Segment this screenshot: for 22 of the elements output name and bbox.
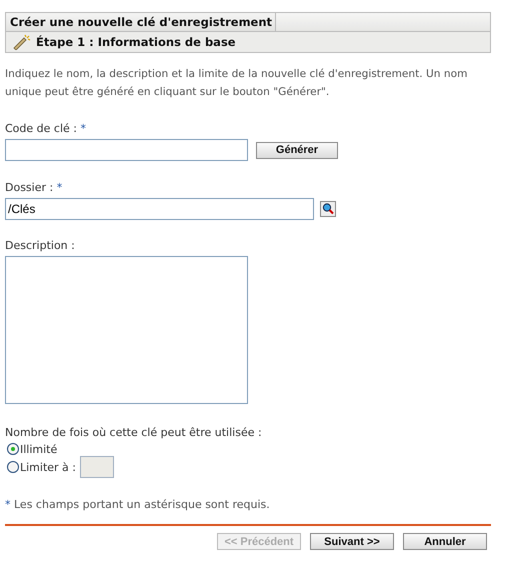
usage-label: Nombre de fois où cette clé peut être utilisée : bbox=[5, 426, 262, 439]
description-field[interactable] bbox=[5, 256, 248, 404]
key-code-field[interactable] bbox=[5, 139, 248, 161]
field-label: Description : bbox=[5, 239, 75, 252]
wizard-button[interactable]: Annuler bbox=[403, 533, 487, 550]
generate-button[interactable]: Générer bbox=[256, 142, 338, 158]
required-mark: * bbox=[5, 498, 10, 511]
folder-field[interactable]: /Clés bbox=[5, 198, 314, 220]
wizard-button[interactable]: Suivant >> bbox=[310, 533, 394, 550]
field-label: Dossier : bbox=[5, 181, 54, 194]
option-label: Illimité bbox=[20, 442, 58, 456]
field-label: Code de clé : bbox=[5, 122, 77, 135]
option-label: Limiter à : bbox=[20, 460, 76, 474]
step-title: Étape 1 : Informations de base bbox=[36, 35, 236, 49]
intro-text: Indiquez le nom, la description et la limite de la nouvelle clé d'enregistrement. Un nom unique peut être généré en cliquant sur le bouton "Générer". bbox=[5, 67, 468, 100]
wizard-title: Créer une nouvelle clé d'enregistrement bbox=[6, 13, 276, 31]
required-mark: * bbox=[56, 181, 62, 194]
required-note: Les champs portant un astérisque sont requis. bbox=[14, 498, 270, 511]
search-icon[interactable] bbox=[320, 201, 336, 217]
wand-icon bbox=[12, 34, 32, 50]
required-mark: * bbox=[80, 122, 86, 135]
radio-button[interactable] bbox=[7, 443, 19, 455]
